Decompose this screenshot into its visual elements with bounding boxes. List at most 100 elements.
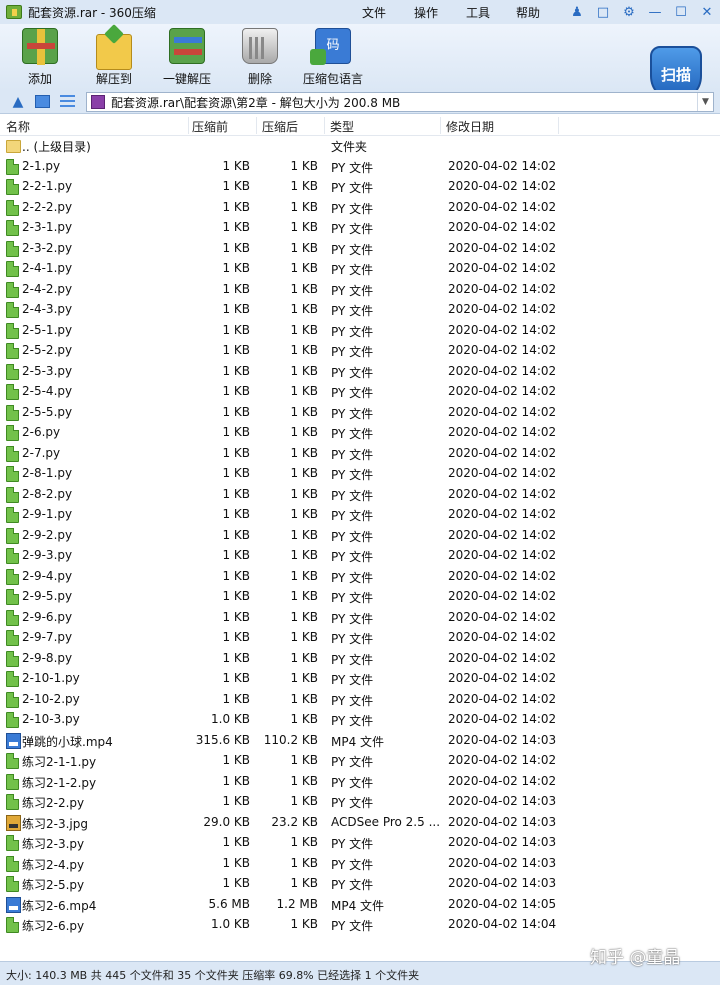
column-original-size[interactable]: 压缩前 [192, 118, 228, 135]
file-type: PY 文件 [331, 714, 374, 728]
file-row[interactable]: 练习2-6.py 1.0 KB 1 KB PY 文件 2020-04-02 14:04 [0, 915, 720, 936]
file-original-size: 1 KB [222, 322, 250, 337]
file-original-size: 1 KB [222, 568, 250, 583]
file-row[interactable]: 2-2-2.py 1 KB 1 KB PY 文件 2020-04-02 14:02 [0, 198, 720, 219]
column-divider[interactable] [256, 117, 257, 134]
file-original-size: 1 KB [222, 445, 250, 460]
file-compressed-size: 1 KB [290, 158, 318, 173]
file-row[interactable]: 2-8-2.py 1 KB 1 KB PY 文件 2020-04-02 14:02 [0, 485, 720, 506]
file-row[interactable]: 2-9-3.py 1 KB 1 KB PY 文件 2020-04-02 14:02 [0, 546, 720, 567]
file-type: PY 文件 [331, 386, 374, 400]
menu-help[interactable]: 帮助 [516, 4, 566, 21]
file-row[interactable]: 2-7.py 1 KB 1 KB PY 文件 2020-04-02 14:02 [0, 444, 720, 465]
file-row[interactable]: 弹跳的小球.mp4 315.6 KB 110.2 KB MP4 文件 2020-04-0… [0, 731, 720, 752]
file-row[interactable]: 2-9-1.py 1 KB 1 KB PY 文件 2020-04-02 14:02 [0, 505, 720, 526]
file-row[interactable]: 2-5-2.py 1 KB 1 KB PY 文件 2020-04-02 14:02 [0, 341, 720, 362]
file-row[interactable]: 2-10-3.py 1.0 KB 1 KB PY 文件 2020-04-02 14:02 [0, 710, 720, 731]
file-row[interactable]: 2-8-1.py 1 KB 1 KB PY 文件 2020-04-02 14:02 [0, 464, 720, 485]
file-row[interactable]: 2-9-4.py 1 KB 1 KB PY 文件 2020-04-02 14:02 [0, 567, 720, 588]
settings-icon[interactable]: ⚙ [616, 0, 642, 24]
up-arrow-icon[interactable]: ▲ [10, 94, 26, 110]
one-click-extract-button[interactable]: 一键解压 [160, 28, 214, 87]
maximize-icon[interactable]: ☐ [668, 0, 694, 24]
file-row[interactable]: 2-3-2.py 1 KB 1 KB PY 文件 2020-04-02 14:02 [0, 239, 720, 260]
file-row[interactable]: 练习2-3.py 1 KB 1 KB PY 文件 2020-04-02 14:03 [0, 833, 720, 854]
file-row[interactable]: 练习2-4.py 1 KB 1 KB PY 文件 2020-04-02 14:03 [0, 854, 720, 875]
file-row[interactable]: 2-9-2.py 1 KB 1 KB PY 文件 2020-04-02 14:02 [0, 526, 720, 547]
column-modified-date[interactable]: 修改日期 [446, 118, 494, 135]
file-row[interactable]: 练习2-3.jpg 29.0 KB 23.2 KB ACDSee Pro 2.5 ..… [0, 813, 720, 834]
column-name[interactable]: 名称 [6, 118, 30, 135]
column-type[interactable]: 类型 [330, 118, 354, 135]
file-row[interactable]: 练习2-1-1.py 1 KB 1 KB PY 文件 2020-04-02 14:02 [0, 751, 720, 772]
file-row[interactable]: 2-5-1.py 1 KB 1 KB PY 文件 2020-04-02 14:02 [0, 321, 720, 342]
minimize-icon[interactable]: — [642, 0, 668, 24]
file-row[interactable]: 2-6.py 1 KB 1 KB PY 文件 2020-04-02 14:02 [0, 423, 720, 444]
file-original-size: 1 KB [222, 179, 250, 193]
file-row[interactable]: 2-10-2.py 1 KB 1 KB PY 文件 2020-04-02 14:02 [0, 690, 720, 711]
file-modified-date: 2020-04-02 14:02 [448, 220, 557, 234]
file-row[interactable]: 练习2-5.py 1 KB 1 KB PY 文件 2020-04-02 14:03 [0, 874, 720, 895]
menu-operation[interactable]: 操作 [414, 4, 466, 21]
close-icon[interactable]: ✕ [694, 0, 720, 24]
file-row[interactable]: 2-10-1.py 1 KB 1 KB PY 文件 2020-04-02 14:02 [0, 669, 720, 690]
column-divider[interactable] [324, 117, 325, 134]
file-row[interactable]: 2-2-1.py 1 KB 1 KB PY 文件 2020-04-02 14:02 [0, 177, 720, 198]
file-compressed-size: 1 KB [290, 281, 318, 296]
file-row[interactable]: 2-3-1.py 1 KB 1 KB PY 文件 2020-04-02 14:02 [0, 218, 720, 239]
thumbnail-view-icon[interactable] [35, 95, 50, 108]
file-name: 2-9-8.py [22, 650, 73, 665]
file-compressed-size: 23.2 KB [271, 814, 318, 829]
file-name: 练习2-1-2.py [22, 775, 97, 790]
file-row[interactable]: 练习2-2.py 1 KB 1 KB PY 文件 2020-04-02 14:03 [0, 792, 720, 813]
extract-label: 解压到 [95, 72, 132, 86]
file-original-size: 1 KB [222, 691, 250, 706]
file-row[interactable]: .. (上级目录) 文件夹 [0, 136, 720, 157]
column-divider[interactable] [558, 117, 559, 134]
file-row[interactable]: 2-9-8.py 1 KB 1 KB PY 文件 2020-04-02 14:02 [0, 649, 720, 670]
file-modified-date: 2020-04-02 14:02 [448, 548, 557, 562]
column-divider[interactable] [188, 117, 189, 134]
delete-button[interactable]: 删除 [240, 28, 280, 87]
file-row[interactable]: 2-5-4.py 1 KB 1 KB PY 文件 2020-04-02 14:02 [0, 382, 720, 403]
file-row[interactable]: 2-5-3.py 1 KB 1 KB PY 文件 2020-04-02 14:02 [0, 362, 720, 383]
file-row[interactable]: 2-9-5.py 1 KB 1 KB PY 文件 2020-04-02 14:02 [0, 587, 720, 608]
file-row[interactable]: 2-9-7.py 1 KB 1 KB PY 文件 2020-04-02 14:02 [0, 628, 720, 649]
menu-file[interactable]: 文件 [362, 4, 414, 21]
file-type: PY 文件 [331, 591, 374, 605]
extract-to-button[interactable]: 解压到 [92, 28, 136, 87]
file-type: PY 文件 [331, 304, 374, 318]
archive-language-button[interactable]: 码 压缩包语言 [302, 28, 364, 87]
file-row[interactable]: 2-9-6.py 1 KB 1 KB PY 文件 2020-04-02 14:02 [0, 608, 720, 629]
py-file-icon [6, 589, 19, 605]
file-original-size: 1 KB [222, 589, 250, 603]
py-file-icon [6, 179, 19, 195]
address-bar[interactable]: 配套资源.rar\配套资源\第2章 - 解包大小为 200.8 MB ▼ [86, 92, 714, 112]
py-file-icon [6, 773, 19, 790]
file-name: 练习2-6.mp4 [22, 898, 97, 913]
file-original-size: 1 KB [222, 158, 250, 173]
list-view-icon[interactable] [60, 95, 75, 108]
py-file-icon [6, 158, 19, 175]
chevron-down-icon[interactable]: ▼ [697, 93, 713, 111]
column-compressed-size[interactable]: 压缩后 [262, 118, 298, 135]
column-divider[interactable] [440, 117, 441, 134]
file-row[interactable]: 练习2-6.mp4 5.6 MB 1.2 MB MP4 文件 2020-04-02 14… [0, 895, 720, 916]
file-row[interactable]: 2-1.py 1 KB 1 KB PY 文件 2020-04-02 14:02 [0, 157, 720, 178]
file-row[interactable]: 2-5-5.py 1 KB 1 KB PY 文件 2020-04-02 14:02 [0, 403, 720, 424]
skin-icon[interactable]: ♟ [564, 0, 590, 24]
feedback-icon[interactable]: □ [590, 0, 616, 24]
file-original-size: 5.6 MB [208, 896, 250, 911]
py-file-icon [6, 343, 19, 359]
file-row[interactable]: 2-4-2.py 1 KB 1 KB PY 文件 2020-04-02 14:02 [0, 280, 720, 301]
file-row[interactable]: 练习2-1-2.py 1 KB 1 KB PY 文件 2020-04-02 14:02 [0, 772, 720, 793]
file-modified-date: 2020-04-02 14:02 [448, 650, 557, 665]
file-row[interactable]: 2-4-3.py 1 KB 1 KB PY 文件 2020-04-02 14:02 [0, 300, 720, 321]
file-compressed-size: 1 KB [290, 322, 318, 337]
menu-tools[interactable]: 工具 [466, 4, 516, 21]
file-row[interactable]: 2-4-1.py 1 KB 1 KB PY 文件 2020-04-02 14:02 [0, 259, 720, 280]
file-name: 2-5-3.py [22, 363, 73, 378]
file-type: PY 文件 [331, 878, 374, 892]
add-button[interactable]: 添加 [20, 28, 60, 87]
file-modified-date: 2020-04-02 14:02 [448, 322, 557, 337]
